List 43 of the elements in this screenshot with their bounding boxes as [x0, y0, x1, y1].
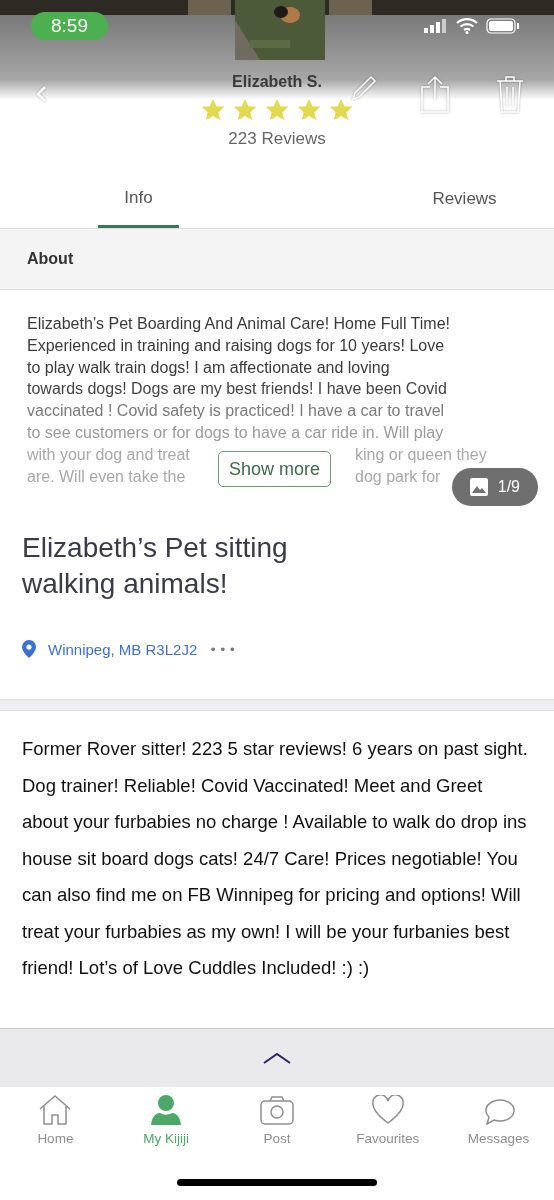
- wifi-icon: [456, 18, 478, 34]
- about-text: vaccinated ! Covid safety is practiced! I have a car to travel: [27, 401, 446, 422]
- star-icon: [296, 97, 322, 123]
- about-text: Experienced in training and raising dogs for 10 years! Love: [27, 335, 446, 356]
- nav-tab[interactable]: My Kijiji: [111, 1095, 222, 1173]
- show-more-button[interactable]: Show more: [218, 451, 332, 487]
- star-icon: [264, 97, 290, 123]
- star-icon: [328, 97, 354, 123]
- review-count: 223 Reviews: [228, 129, 326, 149]
- nav-tab[interactable]: Post: [222, 1095, 332, 1173]
- star-icon: [232, 97, 258, 123]
- nav-tab[interactable]: Messages: [443, 1095, 554, 1173]
- about-text: are. Will even take the: [27, 466, 186, 487]
- about-text: with your dog and treat: [27, 444, 190, 465]
- location-pin-icon: [22, 640, 36, 658]
- listing-description: Former Rover sitter! 223 5 star reviews! 6 years on past sight. Dog trainer! Reliable! Covid Vaccinated! Meet and Greet about your furbabies no charge ! Available to walk do drop ins house sit board dogs cats! 24/7 Care! Prices negotiable! You can also find me on FB Winnipeg for pricing and options! Will treat your furbabies as my own! I will be your furbanies best friend! Lot’s of Love Cuddles Included! :) :): [21, 737, 529, 980]
- status-time: 8:59: [31, 12, 108, 40]
- location-link[interactable]: Winnipeg, MB R3L2J2: [48, 640, 198, 658]
- about-text: towards dogs! Dogs are my best friends! I have been Covid: [27, 379, 448, 400]
- about-text: to see customers or for dogs to have a car ride in. Will play: [27, 423, 445, 443]
- signal-icon: [424, 19, 448, 33]
- tab[interactable]: Reviews: [375, 170, 554, 228]
- nav-tab[interactable]: Favourites: [332, 1095, 443, 1173]
- about-text: to play walk train dogs! I am affectionate and loving: [27, 357, 391, 378]
- about-text: Elizabeth’s Pet Boarding And Animal Care! Home Full Time!: [27, 314, 452, 334]
- camera-icon: [260, 1095, 294, 1125]
- nav-tab[interactable]: Home: [0, 1095, 111, 1173]
- photo-count-badge[interactable]: 1/9: [451, 468, 538, 506]
- photo-count: 1/9: [497, 478, 520, 496]
- star-icon: [200, 97, 226, 123]
- chevron-up-icon: [262, 1051, 292, 1065]
- seller-name: Elizabeth S.: [232, 73, 322, 91]
- section-heading: About: [0, 229, 554, 290]
- listing-title: Elizabeth’s Pet sitting walking animals!: [22, 531, 289, 601]
- heart-icon: [370, 1095, 405, 1125]
- person-icon: [151, 1095, 182, 1125]
- battery-icon: [486, 18, 520, 34]
- about-text: king or queen they: [355, 444, 487, 465]
- about-text: dog park for: [355, 466, 441, 487]
- more-options[interactable]: •••: [209, 641, 239, 657]
- image-icon: [469, 478, 488, 496]
- pencil-icon[interactable]: [351, 73, 379, 101]
- home-icon: [39, 1095, 72, 1125]
